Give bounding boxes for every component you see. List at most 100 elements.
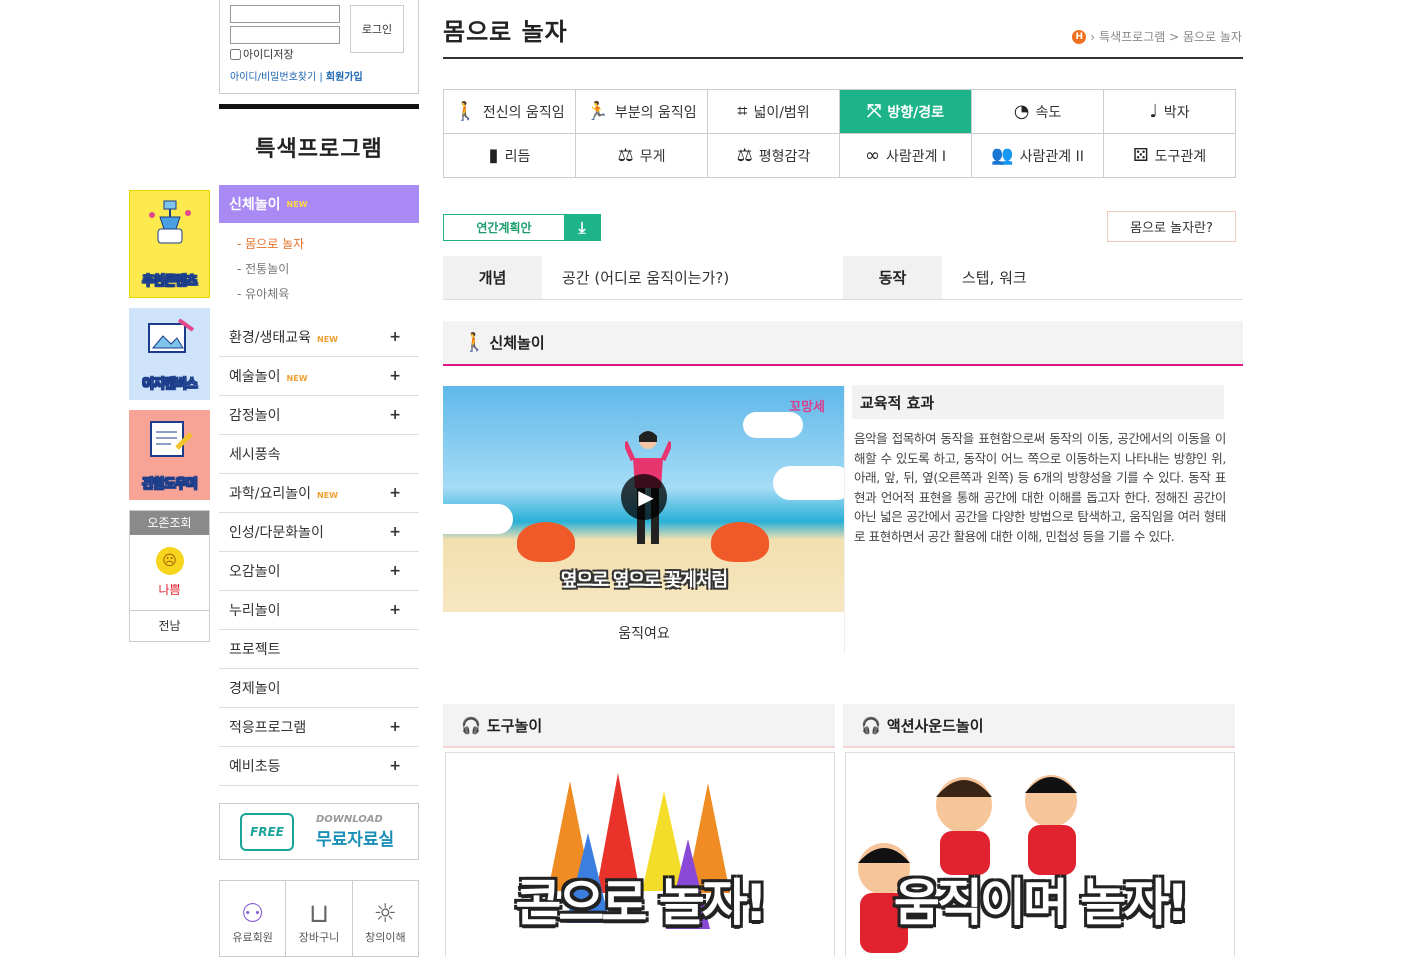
- video-title[interactable]: 움직여요: [443, 612, 845, 654]
- tab-5[interactable]: ◔ 속도: [972, 90, 1104, 134]
- home-icon[interactable]: H: [1072, 29, 1087, 44]
- banner-label: 관찰도우미: [142, 477, 198, 493]
- weight-icon: ⚖: [617, 145, 634, 166]
- menu-item[interactable]: 예술놀이 NEW +: [219, 357, 419, 396]
- ozone-region[interactable]: 전남: [130, 611, 209, 641]
- download-icon: ⤓: [564, 215, 600, 240]
- plus-icon[interactable]: +: [389, 719, 401, 735]
- category-tabs: 🚶 전신의 움직임 🏃 부분의 움직임 ⌗ 넓이/범위 ⤧ 방향/경로 ◔ 속도 ♩ 박자 ▮ 리듬 ⚖ 무게…: [443, 89, 1236, 178]
- save-id-checkbox[interactable]: [230, 48, 241, 60]
- walking-icon: 🚶: [463, 332, 486, 353]
- quick-link-member[interactable]: ⚇ 유료회원: [220, 881, 287, 956]
- bulb-icon: ☼: [373, 899, 397, 929]
- rhythm-icon: ▮: [488, 145, 499, 166]
- save-id-option[interactable]: 아이디저장: [230, 46, 294, 62]
- menu-item[interactable]: 경제놀이: [219, 669, 419, 708]
- plus-icon[interactable]: +: [389, 368, 401, 384]
- banner-label: 추천콘텐츠: [142, 274, 198, 290]
- plus-icon[interactable]: +: [389, 485, 401, 501]
- submenu: - 몸으로 놀자 - 전통놀이 - 유아체육: [219, 223, 419, 318]
- tab-2[interactable]: 🏃 부분의 움직임: [576, 90, 708, 134]
- tab-1[interactable]: 🚶 전신의 움직임: [444, 90, 576, 134]
- free-resources-label: 무료자료실: [316, 829, 395, 850]
- menu-item[interactable]: 과학/요리놀이 NEW +: [219, 474, 419, 513]
- tool-play-thumbnail[interactable]: 콘으로 놀자!: [445, 752, 835, 957]
- tab-8[interactable]: ⚖ 무게: [576, 134, 708, 178]
- breadcrumb-path[interactable]: 특색프로그램 > 몸으로 놀자: [1099, 28, 1242, 45]
- tab-label: 무게: [639, 148, 666, 165]
- crab-figure: [711, 522, 769, 562]
- tab-3[interactable]: ⌗ 넓이/범위: [708, 90, 840, 134]
- tab-label: 평형감각: [758, 148, 811, 165]
- banner-recommended-content[interactable]: 추천콘텐츠: [129, 190, 210, 298]
- free-resources-banner[interactable]: FREE DOWNLOAD 무료자료실: [219, 803, 419, 860]
- side-menu: 특색프로그램 신체놀이 NEW - 몸으로 놀자 - 전통놀이 - 유아체육 환…: [219, 104, 419, 786]
- ozone-widget[interactable]: 오존조회 ☹ 나쁨 전남: [129, 510, 210, 642]
- user-id-input[interactable]: [230, 5, 340, 23]
- basket-icon: ⊔: [308, 899, 330, 929]
- dice-icon: ⚄: [1132, 145, 1149, 166]
- login-box: 로그인 아이디저장 아이디/비밀번호찾기 | 회원가입: [219, 0, 419, 94]
- plus-icon[interactable]: +: [389, 524, 401, 540]
- join-link[interactable]: 회원가입: [326, 72, 363, 83]
- download-label: DOWNLOAD: [316, 813, 383, 825]
- menu-item-label: 오감놀이: [229, 564, 281, 580]
- tab-12[interactable]: ⚄ 도구관계: [1104, 134, 1236, 178]
- tab-4[interactable]: ⤧ 방향/경로: [840, 90, 972, 134]
- tab-label: 박자: [1163, 104, 1190, 121]
- menu-item-label: 환경/생태교육: [229, 330, 311, 346]
- about-button[interactable]: 몸으로 놀자란?: [1107, 211, 1236, 242]
- menu-item[interactable]: 세시풍속: [219, 435, 419, 474]
- quick-links: ⚇ 유료회원 ⊔ 장바구니 ☼ 창의이해: [219, 880, 419, 957]
- menu-item[interactable]: 예비초등 +: [219, 747, 419, 786]
- submenu-item-body-play[interactable]: - 몸으로 놀자: [237, 235, 419, 260]
- thumbnail-text: 움직이며 놀자!: [893, 874, 1189, 932]
- submenu-item-child-pe[interactable]: - 유아체육: [237, 285, 419, 310]
- video-logo: 꼬망세: [789, 400, 825, 415]
- menu-item[interactable]: 프로젝트: [219, 630, 419, 669]
- side-banners: 추천콘텐츠 이지캔버스 관찰도우미 오존조회 ☹ 나쁨 전남: [129, 190, 210, 642]
- video-player[interactable]: 꼬망세 ▶ 옆으로 옆으로 꽃게처럼: [443, 386, 845, 612]
- quick-link-basket[interactable]: ⊔ 장바구니: [286, 881, 353, 956]
- tab-7[interactable]: ▮ 리듬: [444, 134, 576, 178]
- section-header: 🚶 신체놀이: [443, 321, 1243, 366]
- plus-icon[interactable]: +: [389, 329, 401, 345]
- plus-icon[interactable]: +: [389, 563, 401, 579]
- play-icon[interactable]: ▶: [621, 474, 667, 520]
- menu-item[interactable]: 인성/다문화놀이 +: [219, 513, 419, 552]
- menu-item-text: 환경/생태교육 NEW: [229, 327, 338, 347]
- video-caption: 옆으로 옆으로 꽃게처럼: [560, 570, 728, 591]
- submenu-item-traditional-play[interactable]: - 전통놀이: [237, 260, 419, 285]
- tab-10[interactable]: ∞ 사람관계 I: [840, 134, 972, 178]
- menu-item-text: 경제놀이: [229, 678, 287, 698]
- menu-item-text: 적응프로그램: [229, 717, 312, 737]
- menu-item[interactable]: 오감놀이 +: [219, 552, 419, 591]
- action-sound-play-box[interactable]: 🎧 액션사운드놀이 움직이며 놀자!: [843, 704, 1235, 957]
- quick-link-idea[interactable]: ☼ 창의이해: [353, 881, 418, 956]
- tool-play-box[interactable]: 🎧 도구놀이 콘으로 놀자!: [443, 704, 835, 957]
- password-input[interactable]: [230, 26, 340, 44]
- plus-icon[interactable]: +: [389, 602, 401, 618]
- banner-easy-canvas[interactable]: 이지캔버스: [129, 308, 210, 400]
- find-account-link[interactable]: 아이디/비밀번호찾기: [230, 72, 316, 83]
- menu-item[interactable]: 감정놀이 +: [219, 396, 419, 435]
- effect-heading: 교육적 효과: [852, 385, 1224, 419]
- plus-icon[interactable]: +: [389, 407, 401, 423]
- login-button[interactable]: 로그인: [350, 5, 404, 53]
- cloud-decoration: [773, 466, 845, 500]
- motion-value: 스텝, 워크: [962, 269, 1027, 287]
- action-sound-thumbnail[interactable]: 움직이며 놀자!: [845, 752, 1235, 957]
- bad-face-icon: ☹: [155, 547, 184, 575]
- tab-11[interactable]: 👥 사람관계 II: [972, 134, 1104, 178]
- menu-title: 특색프로그램: [255, 137, 383, 162]
- menu-item[interactable]: 환경/생태교육 NEW +: [219, 318, 419, 357]
- tab-9[interactable]: ⚖ 평형감각: [708, 134, 840, 178]
- menu-item-physical-play[interactable]: 신체놀이 NEW: [219, 185, 419, 223]
- annual-plan-button[interactable]: 연간계획안 ⤓: [443, 214, 601, 241]
- menu-item[interactable]: 적응프로그램 +: [219, 708, 419, 747]
- menu-item[interactable]: 누리놀이 +: [219, 591, 419, 630]
- banner-observation-helper[interactable]: 관찰도우미: [129, 410, 210, 500]
- canvas-icon: [148, 318, 195, 353]
- tab-6[interactable]: ♩ 박자: [1104, 90, 1236, 134]
- plus-icon[interactable]: +: [389, 758, 401, 774]
